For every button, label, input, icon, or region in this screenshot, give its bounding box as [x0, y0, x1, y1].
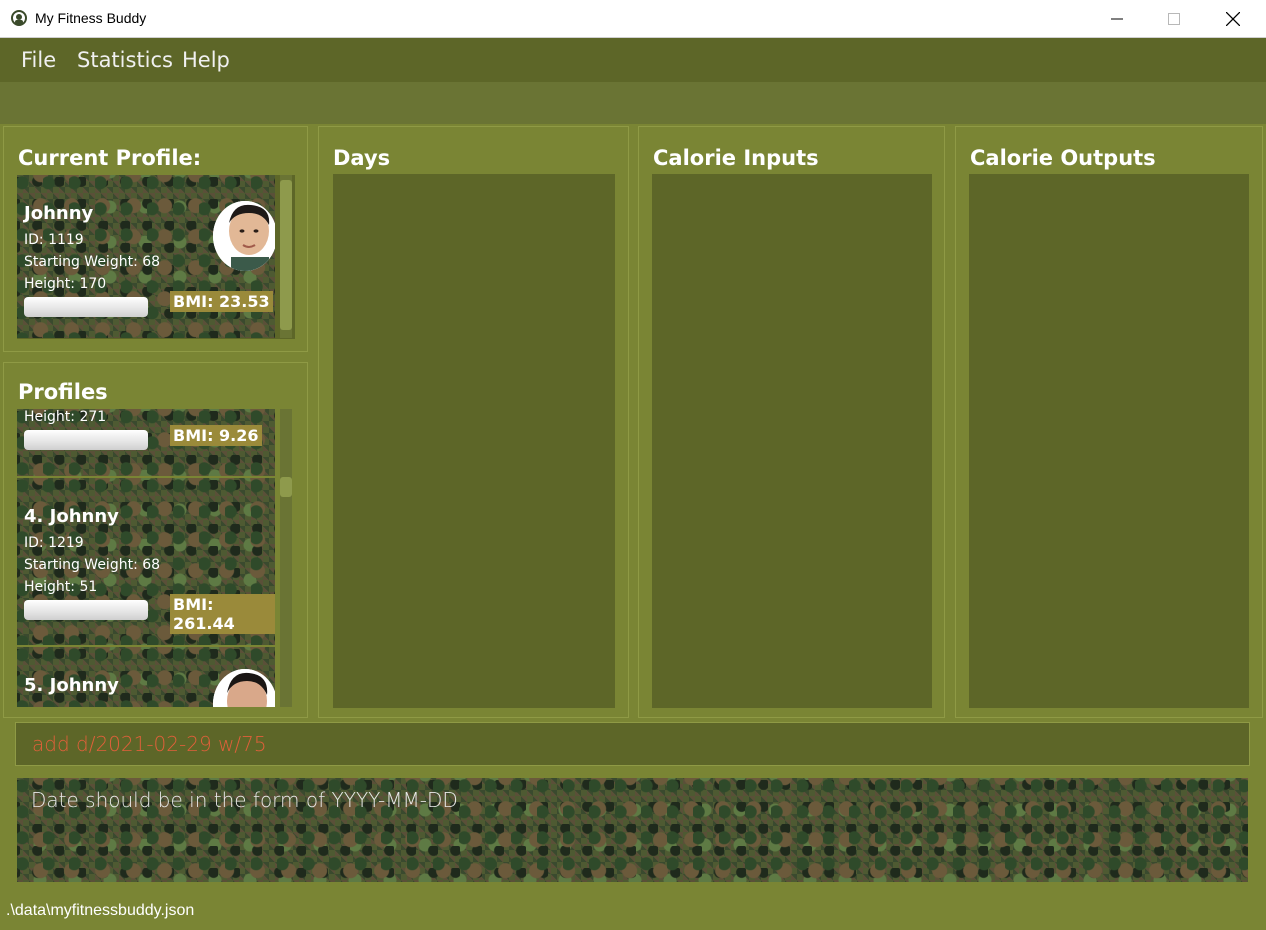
bmi-badge: BMI: 261.44: [170, 594, 275, 634]
maximize-icon: [1168, 13, 1180, 25]
profile-name: 4. Johnny: [24, 506, 119, 527]
menu-file[interactable]: File: [21, 48, 56, 72]
profile-starting-weight: Starting Weight: 68: [24, 557, 161, 573]
status-bar: .\data\myfitnessbuddy.json: [0, 892, 1266, 930]
profile-id: ID: 1219: [24, 535, 84, 551]
bmi-progress-bar: [24, 600, 148, 620]
profile-starting-weight: Starting Weight: 68: [24, 254, 161, 270]
minimize-icon: [1111, 18, 1123, 20]
menu-bar: File Statistics Help: [0, 38, 1266, 82]
scroll-thumb[interactable]: [280, 477, 292, 497]
app-logo-icon: [10, 9, 28, 27]
days-list[interactable]: [333, 174, 615, 708]
result-display: Date should be in the form of YYYY-MM-DD: [17, 778, 1248, 882]
avatar-photo-icon: [213, 669, 275, 707]
toolbar-strip: [0, 82, 1266, 124]
calorie-outputs-panel: Calorie Outputs: [955, 126, 1263, 718]
current-profile-card[interactable]: Johnny ID: 1119 Starting Weight: 68 Heig…: [17, 175, 275, 338]
calorie-outputs-title: Calorie Outputs: [970, 146, 1156, 170]
profile-height: Height: 51: [24, 579, 98, 595]
bmi-badge: BMI: 23.53: [170, 291, 273, 312]
menu-help[interactable]: Help: [182, 48, 230, 72]
command-box: [15, 722, 1250, 766]
minimize-button[interactable]: [1088, 0, 1146, 38]
avatar-photo-icon: [213, 201, 275, 271]
profiles-scrollbar[interactable]: [280, 409, 292, 707]
profiles-title: Profiles: [18, 380, 108, 404]
data-file-path: .\data\myfitnessbuddy.json: [6, 902, 195, 919]
close-button[interactable]: [1204, 0, 1262, 38]
profile-name: Johnny: [24, 203, 94, 224]
profile-id: ID: 1119: [24, 232, 84, 248]
calorie-inputs-list[interactable]: [652, 174, 932, 708]
window-title: My Fitness Buddy: [35, 10, 147, 26]
command-input[interactable]: [16, 723, 1249, 765]
avatar: [213, 201, 275, 271]
current-profile-title: Current Profile:: [18, 146, 202, 170]
calorie-inputs-title: Calorie Inputs: [653, 146, 819, 170]
calorie-inputs-panel: Calorie Inputs: [638, 126, 945, 718]
menu-statistics[interactable]: Statistics: [77, 48, 173, 72]
scroll-thumb[interactable]: [280, 180, 292, 330]
avatar: [213, 669, 275, 707]
days-panel: Days: [318, 126, 629, 718]
current-profile-scrollbar[interactable]: [280, 175, 292, 338]
title-bar: My Fitness Buddy: [0, 0, 1266, 38]
profile-height: Height: 170: [24, 276, 107, 292]
close-icon: [1226, 12, 1240, 26]
days-title: Days: [333, 146, 391, 170]
maximize-button[interactable]: [1145, 0, 1203, 38]
profile-height: Height: 271: [24, 409, 107, 425]
profile-name: 5. Johnny: [24, 675, 119, 696]
result-message: Date should be in the form of YYYY-MM-DD: [31, 788, 458, 812]
bmi-badge: BMI: 9.26: [170, 425, 262, 446]
calorie-outputs-list[interactable]: [969, 174, 1249, 708]
profile-card-4[interactable]: 4. Johnny ID: 1219 Starting Weight: 68 H…: [17, 478, 275, 645]
bmi-progress-bar: [24, 297, 148, 317]
profile-card-5[interactable]: 5. Johnny: [17, 647, 275, 707]
bmi-progress-bar: [24, 430, 148, 450]
profile-card-partial[interactable]: Height: 271 BMI: 9.26: [17, 409, 275, 476]
